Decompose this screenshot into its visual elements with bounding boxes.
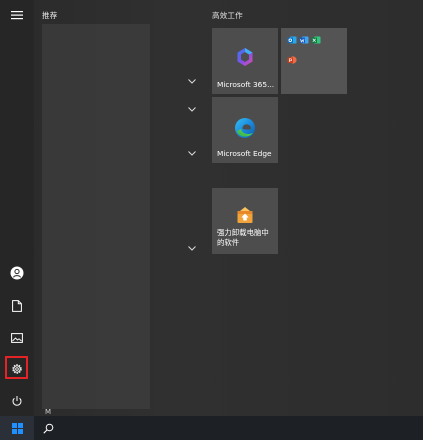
uninstaller-tile[interactable]: 强力卸载电脑中的软件 — [212, 188, 278, 254]
documents-button[interactable] — [0, 291, 34, 321]
user-account-button[interactable] — [0, 258, 34, 288]
powerpoint-icon[interactable] — [287, 55, 297, 65]
pictures-icon — [11, 333, 23, 343]
outlook-icon[interactable] — [287, 35, 297, 45]
user-icon — [10, 266, 24, 280]
edge-icon — [235, 118, 255, 138]
office-apps-tile-group[interactable] — [281, 28, 347, 94]
app-list[interactable] — [42, 24, 150, 409]
microsoft-365-tile[interactable]: Microsoft 365... — [212, 28, 278, 94]
chevron-down-icon — [188, 245, 196, 251]
word-icon[interactable] — [299, 35, 309, 45]
uninstaller-box-icon — [237, 207, 253, 223]
chevron-down-icon — [188, 106, 196, 112]
power-icon — [12, 396, 22, 406]
expand-chevron[interactable] — [186, 76, 198, 86]
expand-chevron[interactable] — [186, 104, 198, 114]
start-menu-rail — [0, 0, 34, 416]
search-icon — [42, 423, 53, 434]
settings-highlight-box — [5, 356, 28, 379]
app-list-letter-header[interactable]: M — [45, 408, 51, 416]
chevron-down-icon — [188, 78, 196, 84]
power-button[interactable] — [0, 386, 34, 416]
microsoft-edge-tile[interactable]: Microsoft Edge — [212, 97, 278, 163]
start-button[interactable] — [0, 416, 34, 440]
taskbar — [0, 416, 423, 440]
taskbar-search-button[interactable] — [36, 416, 60, 440]
microsoft-edge-tile-label: Microsoft Edge — [217, 149, 272, 158]
microsoft-365-icon — [237, 48, 253, 66]
uninstaller-tile-label: 强力卸载电脑中的软件 — [217, 228, 269, 247]
windows-start-icon — [11, 422, 23, 434]
excel-icon[interactable] — [311, 35, 321, 45]
productivity-group-label: 高效工作 — [212, 11, 243, 20]
hamburger-menu-icon — [11, 11, 23, 20]
expand-chevron[interactable] — [186, 148, 198, 158]
microsoft-365-tile-label: Microsoft 365... — [217, 80, 274, 89]
hamburger-menu-button[interactable] — [0, 0, 34, 30]
start-menu: 推荐 高效工作 M Microsoft 365... Microsoft Edg… — [0, 0, 423, 440]
pictures-button[interactable] — [0, 323, 34, 353]
recommended-label: 推荐 — [42, 11, 58, 20]
expand-chevron[interactable] — [186, 243, 198, 253]
documents-icon — [12, 300, 22, 312]
chevron-down-icon — [188, 150, 196, 156]
